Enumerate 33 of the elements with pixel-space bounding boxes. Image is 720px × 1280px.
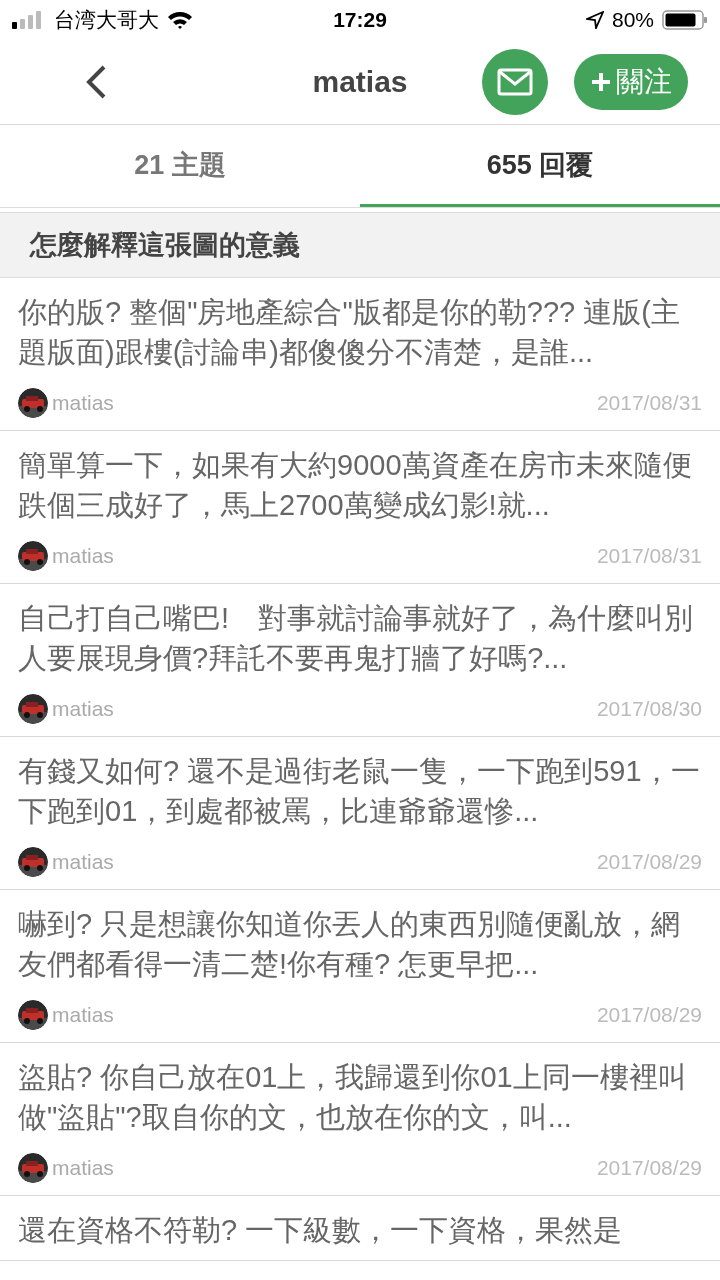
post-date: 2017/08/29 [596, 1156, 702, 1180]
follow-button[interactable]: 關注 [574, 54, 688, 110]
tab[interactable]: 655 回覆 [360, 125, 720, 207]
author-name: matias [52, 391, 114, 415]
post-date: 2017/08/29 [596, 850, 702, 874]
post-date: 2017/08/31 [596, 391, 702, 415]
post-excerpt[interactable]: 有錢又如何? 還不是過街老鼠一隻，一下跑到591，一下跑到01，到處都被罵，比連爺爺還慘... [18, 751, 702, 831]
author-name: matias [52, 544, 114, 568]
post-excerpt[interactable]: 你的版? 整個"房地產綜合"版都是你的勒??? 連版(主題版面)跟樓(討論串)都傻傻分不清楚，是誰... [18, 292, 702, 372]
post-excerpt[interactable]: 簡單算一下，如果有大約9000萬資產在房市未來隨便跌個三成好了，馬上2700萬變成幻影!就... [18, 445, 702, 525]
tab[interactable]: 21 主題 [0, 125, 360, 207]
post-excerpt[interactable]: 嚇到? 只是想讓你知道你丟人的東西別隨便亂放，網友們都看得一清二楚!你有種? 怎更早把... [18, 904, 702, 984]
chevron-left-icon [84, 64, 108, 100]
author-name: matias [52, 1156, 114, 1180]
envelope-icon [497, 68, 533, 96]
wifi-icon [167, 10, 193, 30]
location-arrow-icon [585, 11, 604, 29]
post-date: 2017/08/31 [596, 544, 702, 568]
battery-percent: 80% [611, 8, 654, 32]
post-excerpt[interactable]: 自己打自己嘴巴! 對事就討論事就好了，為什麼叫別人要展現身價?拜託不要再鬼打牆了好嗎?... [18, 598, 702, 678]
plus-icon [590, 71, 612, 93]
author-name: matias [52, 1003, 114, 1027]
battery-icon [662, 10, 708, 30]
post-excerpt[interactable]: 盜貼? 你自己放在01上，我歸還到你01上同一樓裡叫做"盜貼"?取自你的文，也放在你的文，叫... [18, 1057, 702, 1137]
author-name: matias [52, 697, 114, 721]
post-date: 2017/08/30 [596, 697, 702, 721]
profile-title: matias [312, 65, 408, 98]
clock-time: 17:29 [333, 8, 387, 31]
author-name: matias [52, 850, 114, 874]
carrier-name: 台湾大哥大 [54, 7, 159, 33]
section-header: 怎麼解釋這張圖的意義 [0, 212, 720, 278]
post-excerpt[interactable]: 還在資格不符勒? 一下級數，一下資格，果然是 [18, 1210, 702, 1250]
post-date: 2017/08/29 [596, 1003, 702, 1027]
